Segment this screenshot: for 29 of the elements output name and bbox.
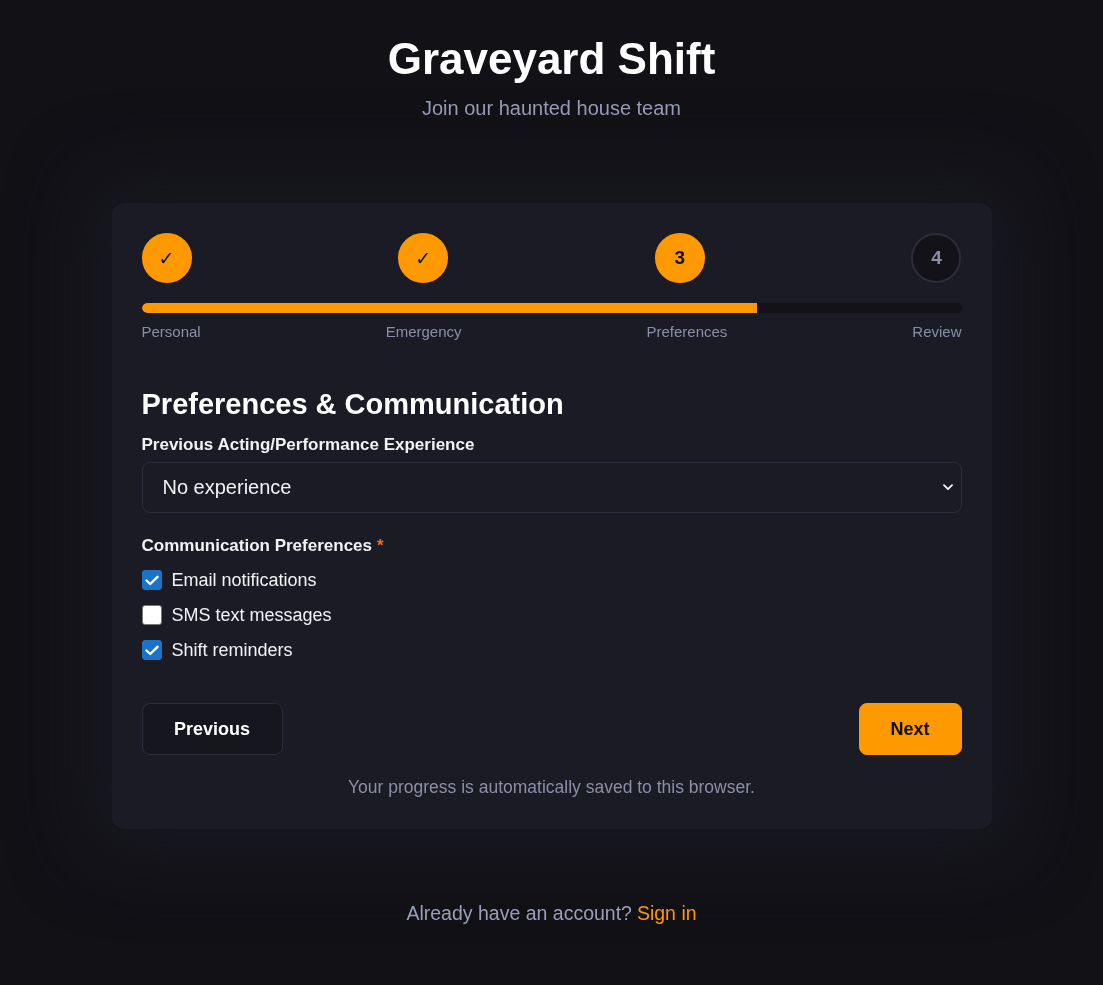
page-title: Graveyard Shift — [387, 33, 716, 85]
page-subtitle: Join our haunted house team — [421, 96, 682, 121]
footer-text: Already have an account? — [406, 901, 632, 925]
step-label: Personal — [141, 322, 201, 342]
checkbox[interactable] — [141, 605, 162, 625]
chevron-down-icon — [942, 484, 953, 491]
previous-button[interactable]: Previous — [141, 703, 283, 755]
checkbox[interactable] — [141, 570, 162, 590]
checkbox[interactable] — [141, 640, 162, 660]
check-icon — [144, 644, 159, 656]
step-label: Review — [912, 322, 962, 342]
required-mark: * — [377, 536, 384, 556]
checkbox-label: Email notifications — [171, 569, 317, 591]
experience-select[interactable]: No experience — [141, 462, 962, 513]
save-note: Your progress is automatically saved to this browser. — [347, 776, 756, 798]
checkbox-label: SMS text messages — [171, 604, 332, 626]
step-marker: 4 — [911, 233, 962, 283]
field-label: Previous Acting/Performance Experience — [141, 434, 476, 456]
step-marker: 3 — [654, 233, 705, 283]
checkbox-label: Shift reminders — [171, 639, 293, 661]
step-label: Preferences — [646, 322, 728, 342]
sign-in-link[interactable]: Sign in — [636, 901, 697, 925]
step-label: Emergency — [385, 322, 462, 342]
next-button[interactable]: Next — [858, 703, 962, 755]
check-icon — [144, 574, 159, 586]
section-heading: Preferences & Communication — [141, 387, 565, 421]
step-marker: ✓ — [141, 233, 192, 283]
step-marker: ✓ — [398, 233, 449, 283]
field-label: Communication Preferences — [141, 535, 372, 557]
